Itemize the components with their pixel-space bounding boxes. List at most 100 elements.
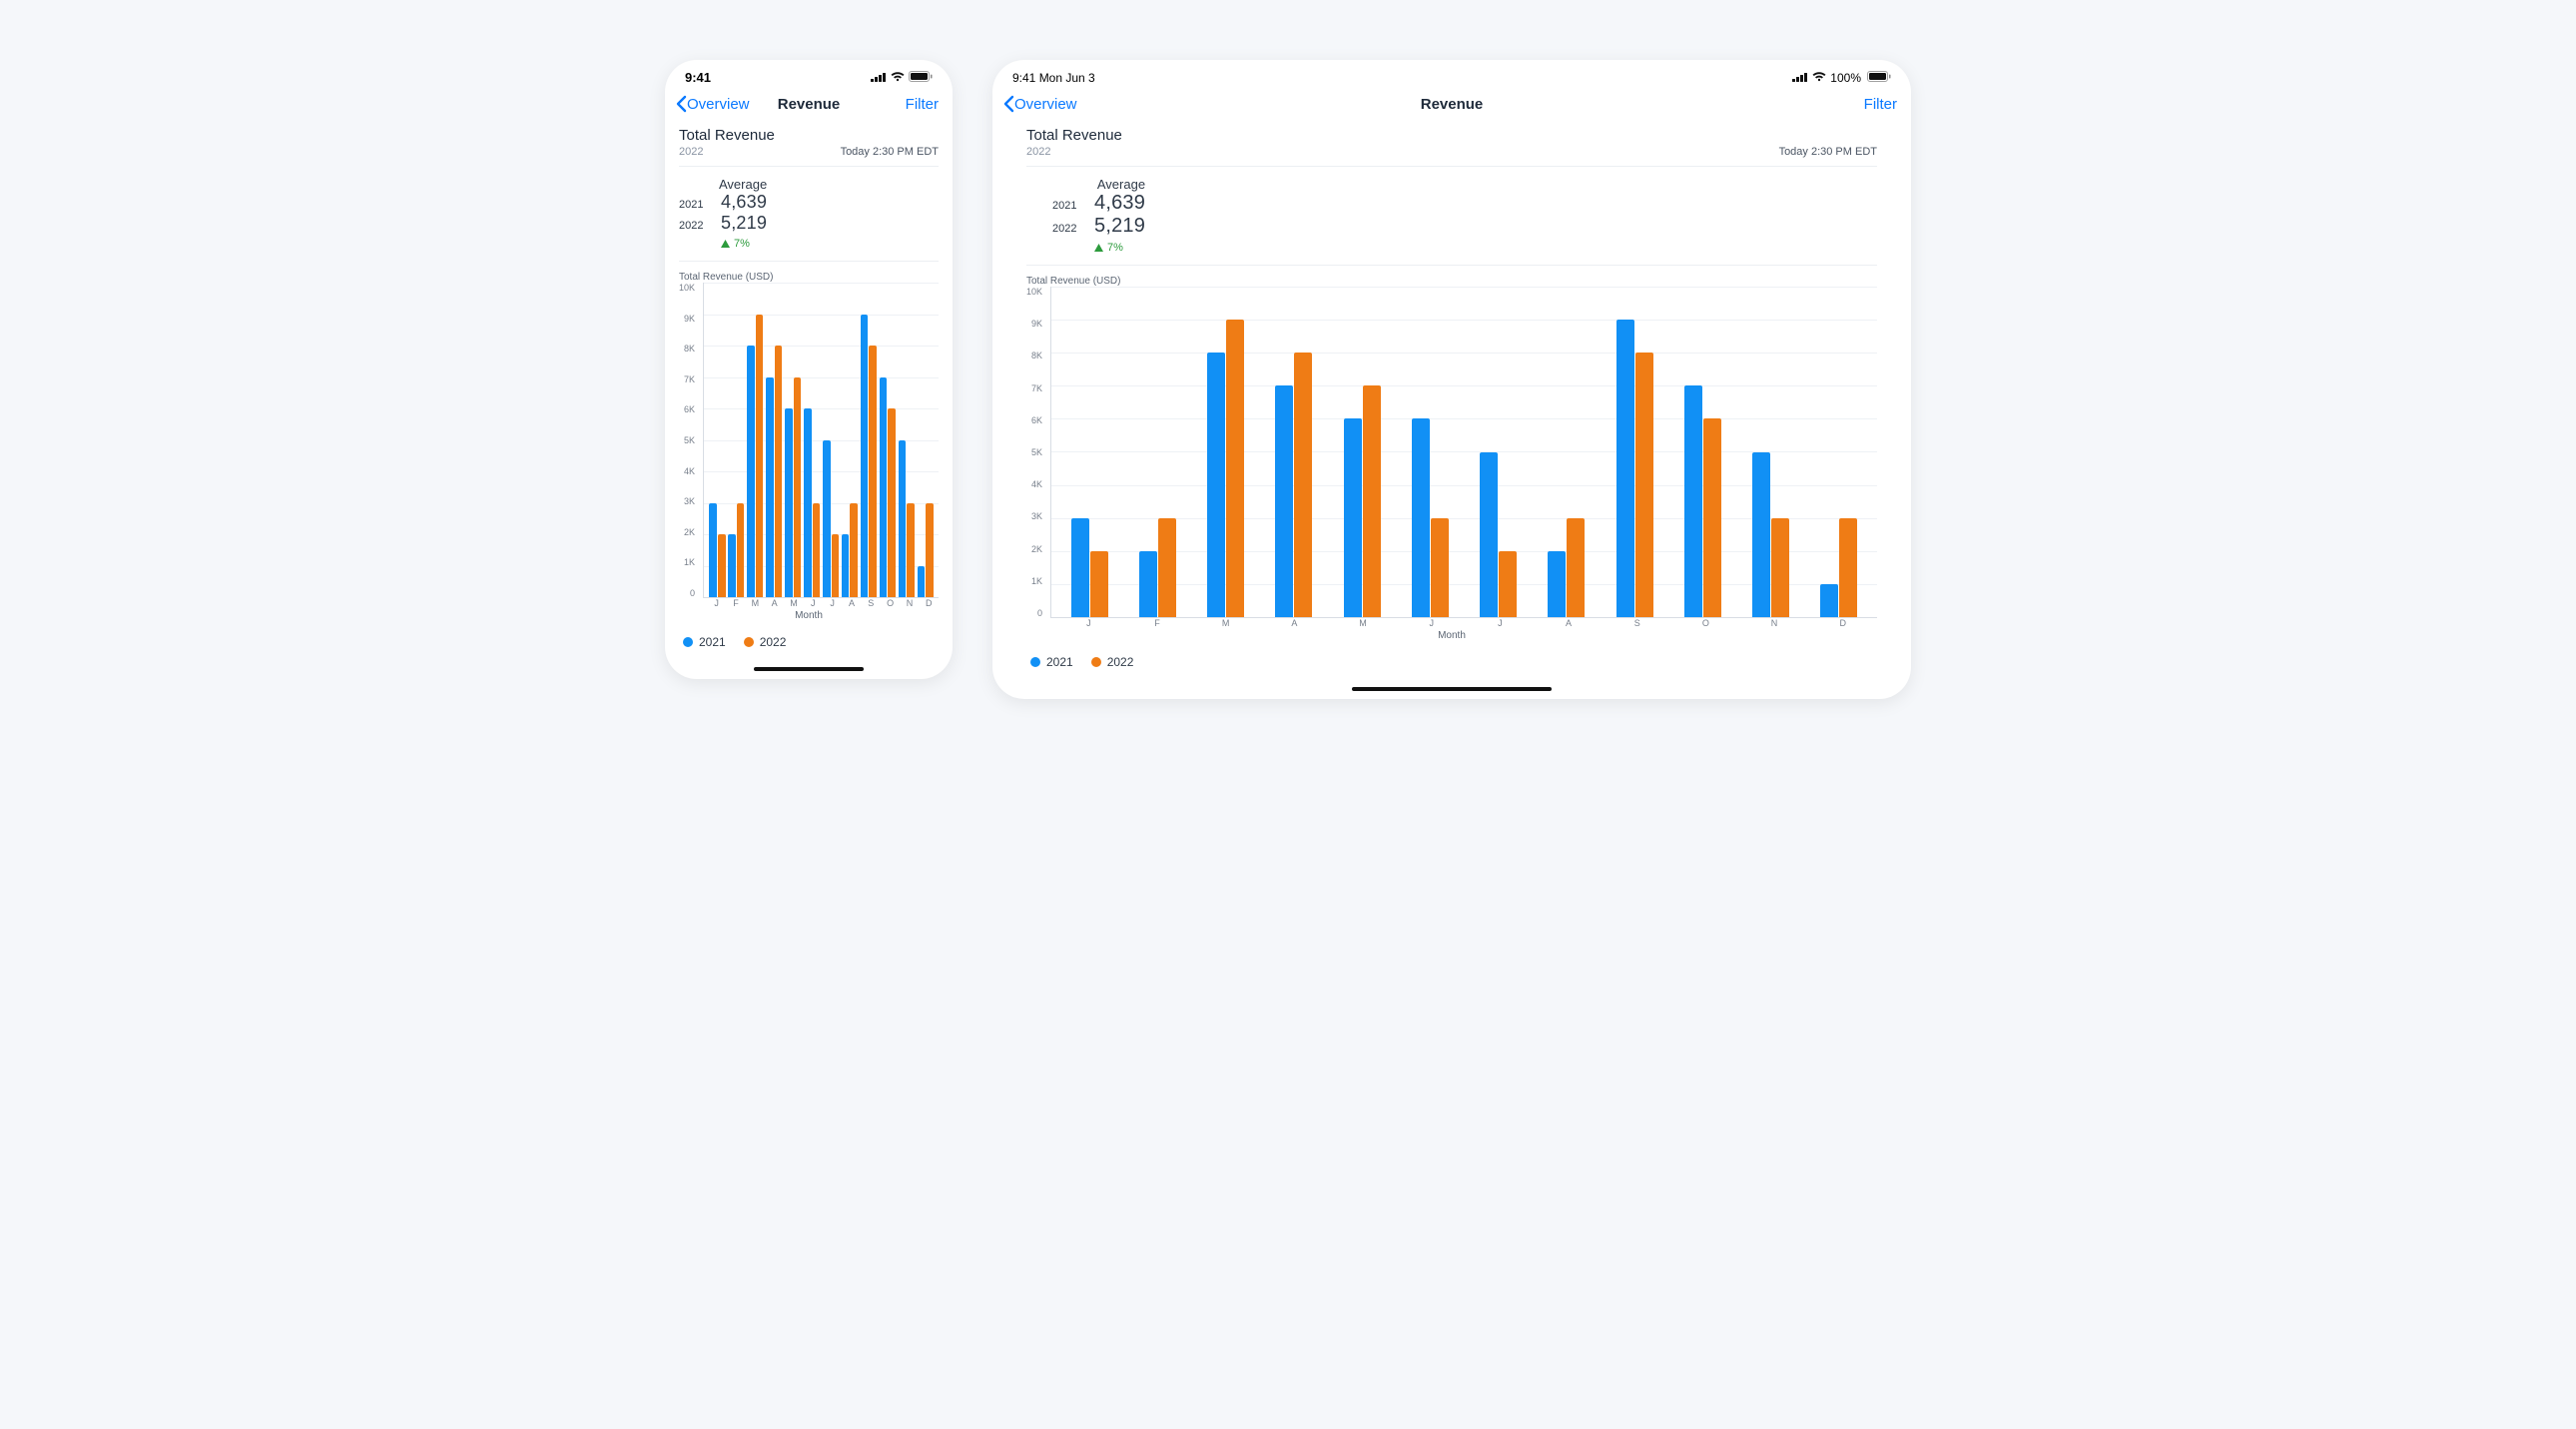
- month-slot: [727, 283, 746, 597]
- averages-block: Average 2021 4,639 2022 5,219 7%: [1026, 167, 1877, 266]
- month-slot: [1260, 287, 1328, 617]
- x-tick: O: [881, 598, 900, 608]
- filter-button[interactable]: Filter: [1864, 96, 1897, 113]
- chart: Total Revenue (USD) 10K9K8K7K6K5K4K3K2K1…: [1026, 266, 1877, 641]
- legend-2021: 2021: [683, 635, 726, 649]
- y-tick: 1K: [1026, 576, 1042, 586]
- back-button[interactable]: Overview: [675, 95, 750, 113]
- x-tick: D: [920, 598, 939, 608]
- y-tick: 7K: [679, 374, 695, 384]
- bar-2022: [1567, 518, 1585, 617]
- x-tick: J: [1397, 618, 1466, 628]
- month-slot: [1601, 287, 1668, 617]
- legend-dot-2022: [744, 637, 754, 647]
- y-tick: 10K: [679, 283, 695, 293]
- filter-button[interactable]: Filter: [906, 96, 939, 113]
- y-tick: 3K: [1026, 511, 1042, 521]
- month-slot: [840, 283, 859, 597]
- y-tick: 3K: [679, 496, 695, 506]
- chart-title: Total Revenue (USD): [1026, 276, 1877, 287]
- bar-2021: [1412, 418, 1430, 617]
- bar-2022: [1839, 518, 1857, 617]
- y-tick: 9K: [1026, 319, 1042, 329]
- legend: 2021 2022: [679, 621, 939, 663]
- bar-2022: [756, 315, 764, 598]
- chevron-left-icon: [675, 95, 687, 113]
- x-axis-label: Month: [679, 610, 939, 621]
- x-tick: A: [842, 598, 861, 608]
- average-label: Average: [679, 177, 767, 192]
- bars: [704, 283, 939, 597]
- x-tick: J: [1054, 618, 1123, 628]
- legend-dot-2021: [1030, 657, 1040, 667]
- header-row: Total Revenue 2022 Today 2:30 PM EDT: [679, 127, 939, 167]
- bar-2022: [1499, 551, 1517, 617]
- y-axis: 10K9K8K7K6K5K4K3K2K1K0: [679, 283, 699, 598]
- x-tick: M: [746, 598, 765, 608]
- y-tick: 8K: [1026, 351, 1042, 360]
- x-tick: N: [900, 598, 919, 608]
- y-tick: 0: [679, 588, 695, 598]
- triangle-up-icon: [721, 240, 730, 248]
- bar-2021: [880, 377, 888, 598]
- back-label: Overview: [687, 96, 750, 113]
- avg-year-0: 2021: [679, 199, 707, 211]
- avg-val-1: 5,219: [1094, 215, 1145, 238]
- home-indicator: [754, 667, 864, 671]
- bar-2021: [1480, 452, 1498, 618]
- month-slot: [1328, 287, 1396, 617]
- avg-val-0: 4,639: [1094, 192, 1145, 215]
- x-tick: A: [1535, 618, 1604, 628]
- bar-2022: [1431, 518, 1449, 617]
- month-slot: [765, 283, 784, 597]
- cellular-icon: [1792, 70, 1808, 85]
- averages-block: Average 2021 4,639 2022 5,219 7%: [679, 167, 939, 262]
- battery-icon: [1867, 70, 1891, 85]
- timestamp: Today 2:30 PM EDT: [841, 146, 939, 158]
- x-tick: M: [1191, 618, 1260, 628]
- triangle-up-icon: [1094, 244, 1103, 252]
- x-tick: F: [1123, 618, 1192, 628]
- battery-percent: 100%: [1830, 71, 1861, 85]
- x-tick: N: [1740, 618, 1809, 628]
- month-slot: [1396, 287, 1464, 617]
- page-title: Revenue: [778, 96, 841, 113]
- bar-2022: [926, 503, 934, 598]
- y-axis: 10K9K8K7K6K5K4K3K2K1K0: [1026, 287, 1046, 618]
- x-tick: J: [707, 598, 726, 608]
- status-time: 9:41: [685, 70, 711, 85]
- x-tick: S: [862, 598, 881, 608]
- y-tick: 5K: [1026, 447, 1042, 457]
- delta-badge: 7%: [679, 238, 767, 250]
- y-tick: 5K: [679, 435, 695, 445]
- bar-2022: [1363, 385, 1381, 617]
- x-tick: D: [1808, 618, 1877, 628]
- delta-value: 7%: [734, 238, 750, 250]
- bar-2022: [850, 503, 858, 598]
- x-tick: A: [1260, 618, 1329, 628]
- x-tick: M: [1329, 618, 1398, 628]
- bar-2022: [1158, 518, 1176, 617]
- phone-device: 9:41 Overview Revenue Filter Total Reven…: [665, 60, 953, 679]
- y-tick: 9K: [679, 314, 695, 324]
- chevron-left-icon: [1002, 95, 1014, 113]
- tablet-device: 9:41 Mon Jun 3 100% Overview Revenue Fil…: [992, 60, 1911, 699]
- back-button[interactable]: Overview: [1002, 95, 1077, 113]
- month-slot: [859, 283, 878, 597]
- x-axis: JFMAMJJASOND: [679, 598, 939, 608]
- month-slot: [878, 283, 897, 597]
- wifi-icon: [891, 70, 905, 85]
- legend-2021: 2021: [1030, 655, 1073, 669]
- y-tick: 0: [1026, 608, 1042, 618]
- cellular-icon: [871, 70, 887, 85]
- bar-2021: [804, 408, 812, 597]
- bar-2021: [1548, 551, 1566, 617]
- month-slot: [1533, 287, 1601, 617]
- timestamp: Today 2:30 PM EDT: [1779, 146, 1877, 158]
- bar-2022: [775, 346, 783, 597]
- y-tick: 1K: [679, 557, 695, 567]
- x-tick: A: [765, 598, 784, 608]
- section-subtitle: 2022: [1026, 146, 1122, 158]
- average-label: Average: [1052, 177, 1145, 192]
- month-slot: [1055, 287, 1123, 617]
